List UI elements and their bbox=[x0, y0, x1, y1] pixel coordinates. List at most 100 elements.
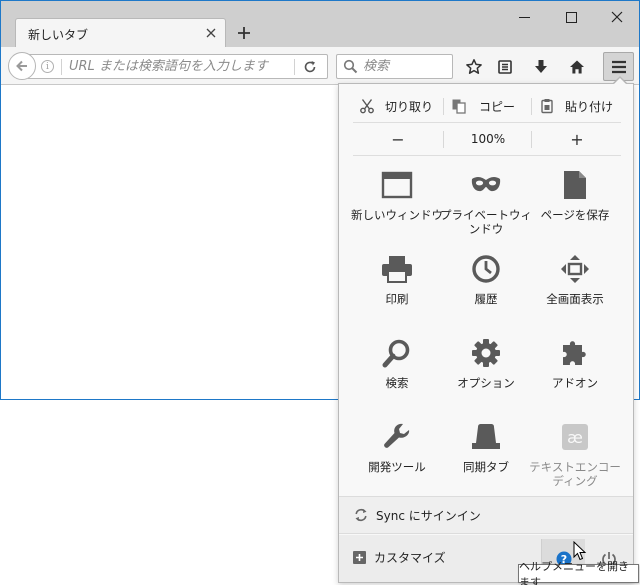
plus-icon bbox=[238, 27, 250, 39]
bookmarks-menu-button[interactable] bbox=[491, 54, 519, 80]
grid-item-label: プライベートウィンドウ bbox=[440, 208, 532, 236]
copy-icon bbox=[452, 99, 466, 114]
grid-item-label: 開発ツール bbox=[368, 460, 426, 474]
close-window-button[interactable] bbox=[594, 1, 640, 33]
customize-button[interactable]: カスタマイズ bbox=[353, 549, 446, 566]
info-icon[interactable]: i bbox=[41, 60, 54, 73]
edit-separator bbox=[531, 98, 532, 115]
edit-separator bbox=[443, 98, 444, 115]
sync-signin-button[interactable]: Sync にサインイン bbox=[339, 496, 633, 534]
search-bar[interactable] bbox=[336, 54, 453, 79]
zoom-controls: − 100% + bbox=[353, 125, 621, 153]
svg-text:æ: æ bbox=[567, 428, 583, 447]
save-page-button[interactable]: ページを保存 bbox=[527, 168, 623, 248]
url-bar[interactable]: i bbox=[28, 54, 328, 79]
tab-close-button[interactable] bbox=[203, 25, 219, 41]
cut-button[interactable]: 切り取り bbox=[359, 92, 443, 120]
home-icon bbox=[570, 60, 584, 74]
edit-controls: 切り取り コピー 貼り付け bbox=[353, 92, 621, 120]
grid-item-label: 検索 bbox=[385, 376, 409, 390]
help-tooltip: ヘルプメニューを開きます bbox=[518, 560, 639, 585]
star-icon bbox=[466, 59, 482, 74]
divider bbox=[353, 155, 621, 156]
fullscreen-button[interactable]: 全画面表示 bbox=[527, 252, 623, 332]
magnifier-icon bbox=[380, 336, 414, 370]
tab-new-tab[interactable]: 新しいタブ bbox=[15, 18, 226, 48]
sync-icon bbox=[355, 508, 367, 522]
back-button[interactable] bbox=[8, 52, 36, 80]
scissors-icon bbox=[360, 99, 374, 114]
paste-label: 貼り付け bbox=[565, 99, 614, 114]
reload-icon bbox=[304, 61, 316, 73]
synced-tabs-button[interactable]: 同期タブ bbox=[438, 420, 534, 500]
new-window-button[interactable]: 新しいウィンドウ bbox=[349, 168, 445, 248]
zoom-separator bbox=[531, 131, 532, 148]
mask-icon bbox=[469, 168, 503, 202]
close-icon bbox=[206, 28, 216, 38]
zoom-value: 100% bbox=[470, 132, 506, 146]
search-input[interactable] bbox=[363, 56, 449, 77]
url-input[interactable] bbox=[69, 56, 284, 77]
window-icon bbox=[380, 168, 414, 202]
grid-item-label: 新しいウィンドウ bbox=[351, 208, 443, 222]
new-tab-button[interactable] bbox=[231, 22, 257, 44]
addons-button[interactable]: アドオン bbox=[527, 336, 623, 416]
panel-arrow-fill bbox=[613, 78, 627, 85]
url-separator bbox=[61, 59, 62, 75]
zoom-in-label: + bbox=[570, 129, 584, 149]
arrow-left-icon bbox=[16, 60, 27, 72]
sync-label: Sync にサインイン bbox=[376, 508, 481, 523]
copy-button[interactable]: コピー bbox=[451, 92, 531, 120]
synced-tabs-icon bbox=[469, 420, 503, 454]
wrench-icon bbox=[380, 420, 414, 454]
grid-item-label: テキストエンコーディング bbox=[529, 460, 621, 488]
print-button[interactable]: 印刷 bbox=[349, 252, 445, 332]
minimize-icon bbox=[518, 16, 530, 18]
printer-icon bbox=[380, 252, 414, 286]
zoom-out-button[interactable]: − bbox=[353, 125, 443, 153]
close-icon bbox=[611, 11, 623, 23]
hamburger-icon bbox=[611, 60, 626, 73]
grid-item-label: ページを保存 bbox=[540, 208, 610, 222]
download-arrow-icon bbox=[535, 60, 547, 73]
private-window-button[interactable]: プライベートウィンドウ bbox=[438, 168, 534, 248]
maximize-icon bbox=[565, 11, 577, 23]
bookmark-star-button[interactable] bbox=[460, 54, 488, 80]
paste-button[interactable]: 貼り付け bbox=[539, 92, 621, 120]
home-button[interactable] bbox=[563, 54, 591, 80]
title-bar: 新しいタブ bbox=[1, 1, 640, 48]
grid-item-label: アドオン bbox=[552, 376, 598, 390]
puzzle-icon bbox=[558, 336, 592, 370]
bookmarks-list-icon bbox=[498, 60, 512, 74]
grid-item-label: 履歴 bbox=[474, 292, 498, 306]
history-button[interactable]: 履歴 bbox=[438, 252, 534, 332]
divider bbox=[353, 122, 621, 123]
zoom-out-label: − bbox=[391, 129, 405, 149]
menu-panel: 切り取り コピー 貼り付け − 100% + 新しいウィンドウ プライベートウィ… bbox=[338, 83, 634, 583]
cut-label: 切り取り bbox=[385, 99, 434, 114]
customize-label: カスタマイズ bbox=[374, 551, 446, 565]
plus-box-icon bbox=[353, 551, 366, 564]
grid-item-label: オプション bbox=[457, 376, 515, 390]
text-encoding-icon: æ bbox=[558, 420, 592, 454]
fullscreen-icon bbox=[558, 252, 592, 286]
reload-separator bbox=[294, 59, 295, 75]
document-icon bbox=[558, 168, 592, 202]
text-encoding-button: æ テキストエンコーディング bbox=[527, 420, 623, 500]
clock-icon bbox=[469, 252, 503, 286]
zoom-in-button[interactable]: + bbox=[533, 125, 621, 153]
gear-icon bbox=[469, 336, 503, 370]
maximize-button[interactable] bbox=[548, 1, 594, 33]
zoom-reset-button[interactable]: 100% bbox=[443, 125, 533, 153]
grid-item-label: 同期タブ bbox=[463, 460, 509, 474]
find-button[interactable]: 検索 bbox=[349, 336, 445, 416]
minimize-button[interactable] bbox=[501, 1, 547, 33]
downloads-button[interactable] bbox=[527, 54, 555, 80]
nav-bar: i bbox=[1, 47, 639, 85]
grid-item-label: 全画面表示 bbox=[546, 292, 604, 306]
tab-title: 新しいタブ bbox=[28, 28, 89, 42]
grid-item-label: 印刷 bbox=[385, 292, 409, 306]
options-button[interactable]: オプション bbox=[438, 336, 534, 416]
developer-tools-button[interactable]: 開発ツール bbox=[349, 420, 445, 500]
reload-button[interactable] bbox=[300, 58, 320, 76]
